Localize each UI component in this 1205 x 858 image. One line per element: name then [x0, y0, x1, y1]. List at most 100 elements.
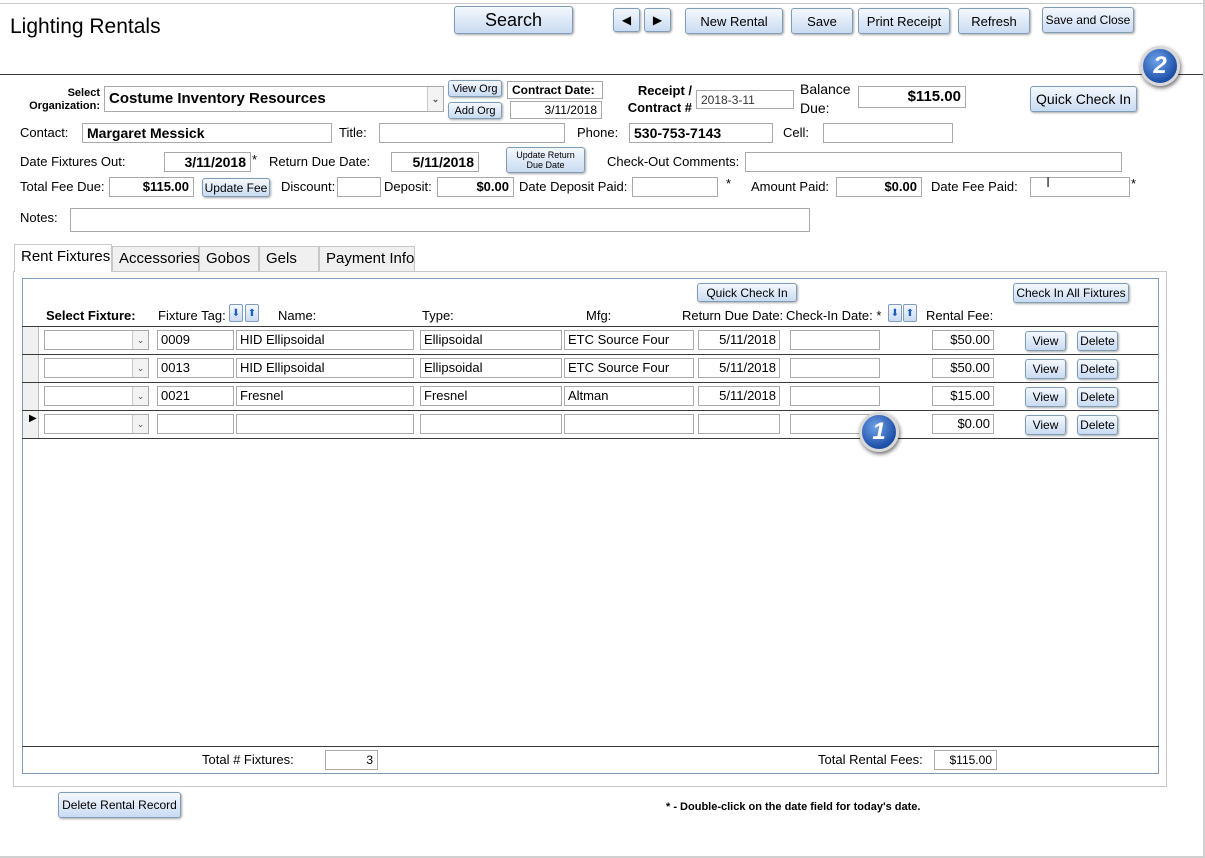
- view-button[interactable]: View: [1025, 387, 1066, 407]
- organization-combo[interactable]: Costume Inventory Resources ⌄: [104, 86, 444, 112]
- prev-record-button[interactable]: ◀: [613, 8, 640, 32]
- discount-field[interactable]: [337, 177, 381, 197]
- rental-fee-cell[interactable]: $0.00: [932, 414, 994, 434]
- save-button[interactable]: Save: [791, 8, 853, 34]
- notes-field[interactable]: [70, 208, 810, 232]
- tab-gobos[interactable]: Gobos: [199, 246, 259, 271]
- row-selector[interactable]: [23, 327, 39, 354]
- fixture-select-combo[interactable]: ⌄: [44, 386, 149, 406]
- fixture-name-cell[interactable]: Fresnel: [236, 386, 414, 406]
- fixture-tag-cell[interactable]: 0013: [157, 358, 234, 378]
- date-fee-paid-field[interactable]: [1030, 177, 1130, 197]
- delete-rental-record-button[interactable]: Delete Rental Record: [58, 792, 181, 818]
- check-in-date-cell[interactable]: [790, 330, 880, 350]
- chevron-down-icon[interactable]: ⌄: [132, 359, 148, 377]
- quick-check-in-button[interactable]: Quick Check In: [1030, 86, 1137, 112]
- contact-label: Contact:: [20, 125, 69, 140]
- view-button[interactable]: View: [1025, 331, 1066, 351]
- return-due-date-label: Return Due Date:: [269, 154, 371, 169]
- fixture-select-combo[interactable]: ⌄: [44, 414, 149, 434]
- contact-field[interactable]: Margaret Messick: [82, 123, 332, 143]
- fixture-tag-cell[interactable]: 0009: [157, 330, 234, 350]
- date-fixtures-out-field[interactable]: 3/11/2018: [164, 152, 251, 172]
- fixture-select-combo[interactable]: ⌄: [44, 358, 149, 378]
- chevron-down-icon[interactable]: ⌄: [132, 387, 148, 405]
- check-in-date-cell[interactable]: [790, 358, 880, 378]
- contract-date-field[interactable]: 3/11/2018: [510, 101, 602, 119]
- chevron-down-icon[interactable]: ⌄: [132, 331, 148, 349]
- save-and-close-button[interactable]: Save and Close: [1042, 7, 1134, 33]
- fixture-mfg-cell[interactable]: ETC Source Four: [564, 358, 694, 378]
- total-fee-due-label: Total Fee Due:: [20, 179, 105, 194]
- next-record-button[interactable]: ▶: [644, 8, 671, 32]
- tab-payment-info[interactable]: Payment Info: [319, 246, 415, 271]
- search-button[interactable]: Search: [454, 6, 573, 34]
- row-selector[interactable]: [23, 383, 39, 410]
- return-due-cell[interactable]: 5/11/2018: [698, 386, 780, 406]
- delete-button[interactable]: Delete: [1077, 415, 1118, 435]
- fixture-tag-cell[interactable]: 0021: [157, 386, 234, 406]
- date-out-required-star: *: [252, 152, 258, 167]
- row-selector[interactable]: ▶: [23, 411, 39, 438]
- fixture-type-cell[interactable]: Ellipsoidal: [420, 358, 562, 378]
- fixture-type-cell[interactable]: [420, 414, 562, 434]
- sort-down-icon[interactable]: ⬇: [229, 304, 243, 322]
- deposit-field[interactable]: $0.00: [437, 177, 514, 197]
- fixture-mfg-cell[interactable]: [564, 414, 694, 434]
- check-in-all-fixtures-button[interactable]: Check In All Fixtures: [1013, 283, 1129, 303]
- checkout-comments-field[interactable]: [745, 152, 1122, 172]
- return-due-cell[interactable]: [698, 414, 780, 434]
- fixture-type-cell[interactable]: Fresnel: [420, 386, 562, 406]
- view-button[interactable]: View: [1025, 359, 1066, 379]
- phone-field[interactable]: 530-753-7143: [629, 123, 773, 143]
- update-return-due-date-button[interactable]: Update Return Due Date: [506, 147, 585, 173]
- chevron-down-icon[interactable]: ⌄: [427, 87, 443, 111]
- rental-fee-cell[interactable]: $50.00: [932, 358, 994, 378]
- fixture-select-combo[interactable]: ⌄: [44, 330, 149, 350]
- tab-rent-fixtures[interactable]: Rent Fixtures: [14, 244, 112, 272]
- cell-field[interactable]: [823, 123, 953, 143]
- delete-button[interactable]: Delete: [1077, 387, 1118, 407]
- fixture-mfg-cell[interactable]: ETC Source Four: [564, 330, 694, 350]
- check-in-date-cell[interactable]: [790, 386, 880, 406]
- grid-quick-check-in-button[interactable]: Quick Check In: [697, 283, 797, 302]
- title-field[interactable]: [379, 123, 565, 143]
- grid-row-divider: [22, 354, 1158, 355]
- sort-down-icon[interactable]: ⬇: [888, 304, 902, 322]
- rental-fee-cell[interactable]: $15.00: [932, 386, 994, 406]
- fixture-name-cell[interactable]: HID Ellipsoidal: [236, 330, 414, 350]
- return-due-cell[interactable]: 5/11/2018: [698, 330, 780, 350]
- add-org-button[interactable]: Add Org: [448, 102, 502, 119]
- fixture-name-cell[interactable]: [236, 414, 414, 434]
- receipt-field[interactable]: 2018-3-11: [696, 90, 794, 109]
- chevron-down-icon[interactable]: ⌄: [132, 415, 148, 433]
- current-record-arrow-icon: ▶: [29, 413, 37, 424]
- total-rental-fees-label: Total Rental Fees:: [818, 752, 923, 767]
- total-fee-due-field: $115.00: [109, 177, 194, 197]
- row-selector[interactable]: [23, 355, 39, 382]
- tab-gels[interactable]: Gels: [259, 246, 319, 271]
- delete-button[interactable]: Delete: [1077, 331, 1118, 351]
- fixture-mfg-cell[interactable]: Altman: [564, 386, 694, 406]
- new-rental-button[interactable]: New Rental: [685, 8, 783, 34]
- amount-paid-field[interactable]: $0.00: [836, 177, 922, 197]
- fixture-type-cell[interactable]: Ellipsoidal: [420, 330, 562, 350]
- delete-button[interactable]: Delete: [1077, 359, 1118, 379]
- balance-due-label: Balance Due:: [800, 81, 851, 116]
- view-button[interactable]: View: [1025, 415, 1066, 435]
- rental-fee-cell[interactable]: $50.00: [932, 330, 994, 350]
- fixture-name-cell[interactable]: HID Ellipsoidal: [236, 358, 414, 378]
- view-org-button[interactable]: View Org: [448, 80, 502, 97]
- return-due-cell[interactable]: 5/11/2018: [698, 358, 780, 378]
- sort-up-icon[interactable]: ⬆: [903, 304, 917, 322]
- update-fee-button[interactable]: Update Fee: [202, 178, 270, 197]
- date-deposit-paid-field[interactable]: [632, 177, 718, 197]
- print-receipt-button[interactable]: Print Receipt: [858, 8, 950, 34]
- notes-label: Notes:: [20, 210, 58, 225]
- refresh-button[interactable]: Refresh: [958, 8, 1030, 34]
- page-title: Lighting Rentals: [10, 15, 161, 38]
- fixture-tag-cell[interactable]: [157, 414, 234, 434]
- tab-accessories[interactable]: Accessories: [112, 246, 200, 271]
- sort-up-icon[interactable]: ⬆: [245, 304, 259, 322]
- return-due-date-field[interactable]: 5/11/2018: [391, 152, 479, 172]
